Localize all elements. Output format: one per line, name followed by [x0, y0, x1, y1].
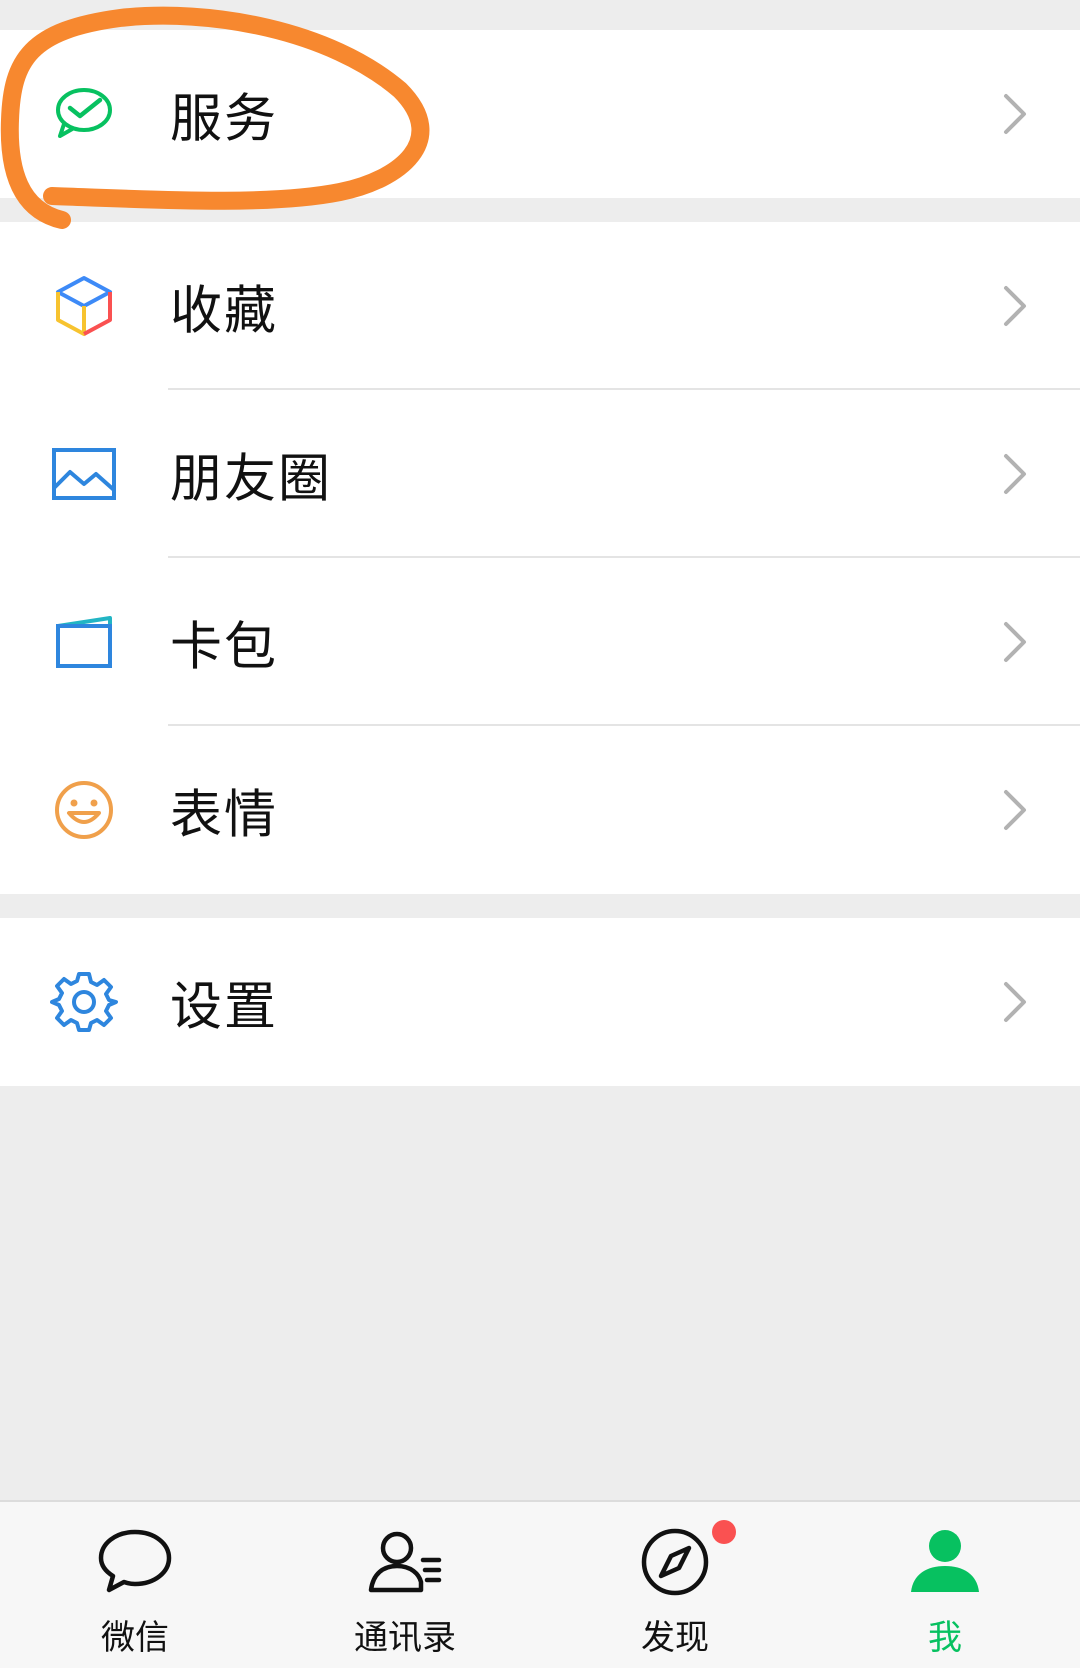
settings-group: 设置 [0, 918, 1080, 1086]
chevron-right-icon [1000, 284, 1030, 328]
tab-label: 微信 [101, 1618, 169, 1658]
me-page: 服务 收藏 朋友圈 卡包 表情 设置 微信 通讯录 发现 我 [0, 0, 1080, 1668]
bottom-tab-bar: 微信 通讯录 发现 我 [0, 1500, 1080, 1668]
person-icon [905, 1522, 985, 1602]
cube-icon [50, 272, 118, 340]
menu-item-stickers[interactable]: 表情 [0, 726, 1080, 894]
card-wallet-icon [50, 608, 118, 676]
service-group: 服务 [0, 30, 1080, 198]
wechat-pay-check-icon [50, 80, 118, 148]
gear-icon [50, 968, 118, 1036]
tab-label: 我 [928, 1618, 962, 1658]
tab-contacts[interactable]: 通讯录 [270, 1502, 540, 1668]
menu-item-label: 收藏 [170, 281, 279, 342]
menu-item-label: 卡包 [170, 617, 279, 678]
tab-discover[interactable]: 发现 [540, 1502, 810, 1668]
menu-item-label: 表情 [170, 785, 279, 846]
chevron-right-icon [1000, 980, 1030, 1024]
menu-item-label: 服务 [170, 89, 279, 150]
notification-dot [712, 1520, 736, 1544]
menu-item-service[interactable]: 服务 [0, 30, 1080, 198]
tab-me[interactable]: 我 [810, 1502, 1080, 1668]
tab-label: 通讯录 [354, 1618, 456, 1658]
features-group: 收藏 朋友圈 卡包 表情 [0, 222, 1080, 894]
menu-item-moments[interactable]: 朋友圈 [0, 390, 1080, 558]
smile-face-icon [50, 776, 118, 844]
contacts-icon [365, 1522, 445, 1602]
tab-label: 发现 [641, 1618, 709, 1658]
chat-bubble-icon [95, 1522, 175, 1602]
chevron-right-icon [1000, 452, 1030, 496]
menu-item-cards[interactable]: 卡包 [0, 558, 1080, 726]
menu-item-label: 设置 [170, 977, 279, 1038]
menu-item-favorites[interactable]: 收藏 [0, 222, 1080, 390]
tab-chats[interactable]: 微信 [0, 1502, 270, 1668]
menu-item-label: 朋友圈 [170, 449, 333, 510]
menu-item-settings[interactable]: 设置 [0, 918, 1080, 1086]
chevron-right-icon [1000, 788, 1030, 832]
compass-icon [635, 1522, 715, 1602]
chevron-right-icon [1000, 92, 1030, 136]
chevron-right-icon [1000, 620, 1030, 664]
photo-album-icon [50, 440, 118, 508]
